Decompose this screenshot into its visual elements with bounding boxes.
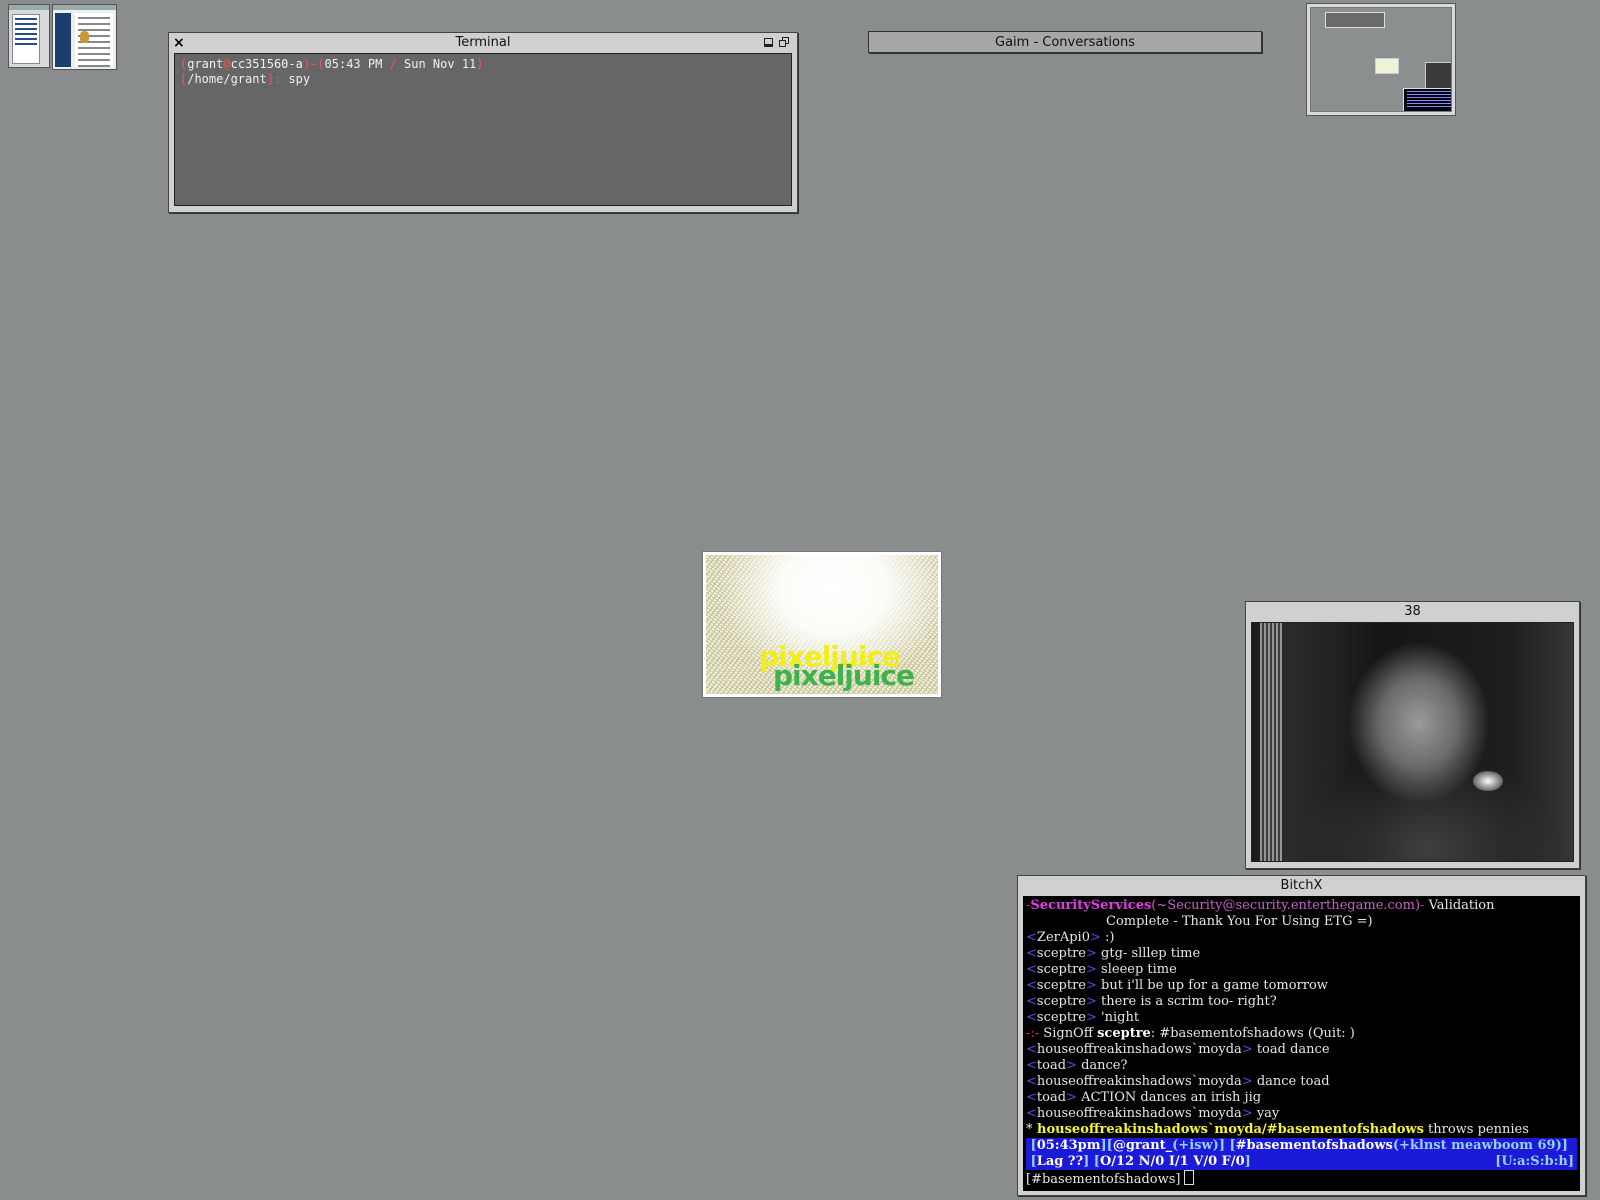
- gaim-conversations-window[interactable]: Gaim - Conversations: [868, 31, 1262, 53]
- irc-host: (~Security@security.enterthegame.com): [1151, 898, 1421, 913]
- thumbnail-sidebar: [55, 13, 71, 67]
- irc-text: sleeep time: [1096, 962, 1177, 977]
- irc-line: <toad> dance?: [1026, 1058, 1128, 1073]
- irc-nick: toad: [1036, 1090, 1067, 1105]
- gaim-title[interactable]: Gaim - Conversations: [869, 32, 1261, 52]
- thumbnail-image: [80, 31, 89, 43]
- status-bar-1: [05:43pm][@grant_(+isw)] [#basementofsha…: [1026, 1138, 1577, 1154]
- irc-text: dance?: [1076, 1058, 1128, 1073]
- input-prompt: [#basementofshadows]: [1026, 1172, 1181, 1187]
- irc-line: <houseoffreakinshadows`moyda> toad dance: [1026, 1042, 1330, 1057]
- irc-line: <sceptre> sleeep time: [1026, 962, 1177, 977]
- irc-nick: sceptre: [1097, 1026, 1151, 1041]
- irc-line: <sceptre> gtg- slllep time: [1026, 946, 1201, 961]
- irc-line: * houseoffreakinshadows`moyda/#basemento…: [1026, 1122, 1577, 1138]
- terminal-title[interactable]: Terminal: [169, 33, 797, 51]
- irc-nick: toad: [1036, 1058, 1067, 1073]
- video-frame[interactable]: [1251, 622, 1574, 862]
- irc-nick: sceptre: [1036, 1010, 1087, 1025]
- irc-text: : #basementofshadows: [1150, 1026, 1308, 1041]
- pager-desktop[interactable]: [1310, 7, 1452, 112]
- webpage-thumbnail[interactable]: [52, 4, 117, 70]
- browser-thumbnail[interactable]: [8, 4, 50, 68]
- irc-nick: sceptre: [1036, 994, 1087, 1009]
- video-title[interactable]: 38: [1246, 602, 1579, 620]
- irc-text: dance toad: [1252, 1074, 1330, 1089]
- shade-icon[interactable]: [764, 38, 773, 47]
- prompt-line-2: [/home/grant]: spy: [180, 72, 311, 86]
- pager-image: [1375, 58, 1399, 74]
- prompt-line-1: (grant@cc351560-a)-(05:43 PM / Sun Nov 1…: [180, 57, 484, 71]
- thumbnail-content: [12, 14, 40, 64]
- irc-screen[interactable]: -SecurityServices(~Security@security.ent…: [1023, 896, 1580, 1191]
- status-bar-2: [Lag ??] [O/12 N/0 I/1 V/0 F/0] [U:a:S:b:…: [1026, 1154, 1577, 1170]
- irc-input-line[interactable]: [#basementofshadows]: [1026, 1170, 1577, 1187]
- irc-line: <houseoffreakinshadows`moyda> yay: [1026, 1106, 1280, 1121]
- irc-text: Validation: [1424, 898, 1495, 913]
- text-cursor: [1184, 1170, 1195, 1185]
- irc-text: toad dance: [1252, 1042, 1330, 1057]
- video-window[interactable]: 38: [1245, 601, 1580, 869]
- terminal-window[interactable]: × Terminal (grant@cc351560-a)-(05:43 PM …: [168, 32, 798, 213]
- irc-line: <sceptre> there is a scrim too- right?: [1026, 994, 1277, 1009]
- irc-line: <houseoffreakinshadows`moyda> dance toad: [1026, 1074, 1330, 1089]
- bitchx-title[interactable]: BitchX: [1018, 876, 1585, 894]
- irc-text: but i'll be up for a game tomorrow: [1096, 978, 1328, 993]
- pixeljuice-image[interactable]: pixeljuice pixeljuice: [702, 551, 942, 698]
- irc-text: 'night: [1096, 1010, 1140, 1025]
- video-curtain: [1260, 623, 1282, 861]
- irc-text: there is a scrim too- right?: [1096, 994, 1277, 1009]
- irc-line: <toad> ACTION dances an irish jig: [1026, 1090, 1262, 1105]
- terminal-screen[interactable]: (grant@cc351560-a)-(05:43 PM / Sun Nov 1…: [174, 53, 792, 206]
- irc-line: -:- SignOff sceptre: #basementofshadows …: [1026, 1026, 1577, 1042]
- irc-text: :): [1100, 930, 1115, 945]
- irc-nick: houseoffreakinshadows`moyda: [1036, 1074, 1242, 1089]
- quit-message: (Quit: ): [1307, 1026, 1355, 1041]
- irc-nick: houseoffreakinshadows`moyda/#basementofs…: [1032, 1122, 1424, 1137]
- pager-terminal: [1325, 12, 1385, 28]
- irc-text: Complete - Thank You For Using ETG =): [1106, 914, 1373, 929]
- irc-text: throws pennies: [1423, 1122, 1529, 1137]
- irc-nick: sceptre: [1036, 962, 1087, 977]
- thumbnail-titlebar: [53, 5, 116, 10]
- irc-text: ACTION dances an irish jig: [1076, 1090, 1262, 1105]
- video-highlight: [1473, 771, 1503, 791]
- irc-nick: sceptre: [1036, 946, 1087, 961]
- irc-text: yay: [1252, 1106, 1280, 1121]
- irc-nick: houseoffreakinshadows`moyda: [1036, 1042, 1242, 1057]
- pager-irc: [1403, 88, 1451, 111]
- desktop-pager[interactable]: [1306, 3, 1456, 116]
- irc-nick: ZerApi0: [1036, 930, 1090, 945]
- typed-command: spy: [281, 72, 311, 86]
- video-scene: [1252, 623, 1573, 861]
- irc-messages: -SecurityServices(~Security@security.ent…: [1026, 898, 1577, 1138]
- irc-nick: SecurityServices: [1030, 898, 1152, 913]
- signoff-label: SignOff: [1039, 1026, 1098, 1041]
- irc-line: <sceptre> 'night: [1026, 1010, 1140, 1025]
- maximize-icon[interactable]: [779, 37, 789, 47]
- irc-nick: sceptre: [1036, 978, 1087, 993]
- thumbnail-titlebar: [9, 5, 49, 10]
- pixeljuice-logo-green: pixeljuice: [773, 659, 915, 692]
- pager-video: [1425, 62, 1451, 90]
- irc-line: <sceptre> but i'll be up for a game tomo…: [1026, 978, 1328, 993]
- irc-nick: houseoffreakinshadows`moyda: [1036, 1106, 1242, 1121]
- signoff-prefix: -:-: [1026, 1026, 1040, 1041]
- irc-line: <ZerApi0> :): [1026, 930, 1115, 945]
- irc-line: Complete - Thank You For Using ETG =): [1026, 914, 1577, 930]
- irc-line: -SecurityServices(~Security@security.ent…: [1026, 898, 1577, 914]
- irc-text: gtg- slllep time: [1096, 946, 1201, 961]
- bitchx-window[interactable]: BitchX -SecurityServices(~Security@secur…: [1017, 875, 1586, 1196]
